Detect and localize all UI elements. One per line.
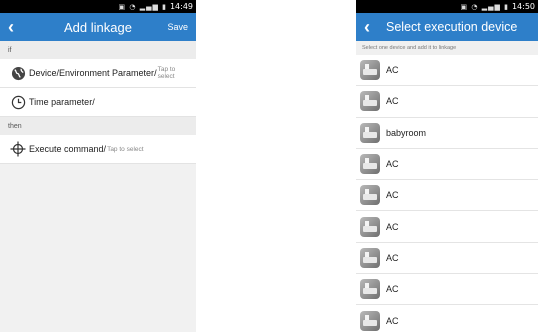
- device-name: AC: [386, 96, 399, 107]
- crosshair-icon: [10, 141, 26, 157]
- device-list-item[interactable]: babyroom: [356, 117, 538, 149]
- status-icons: ▣ ◔ ▂▄▆ ▮: [460, 2, 509, 11]
- device-thumbnail-icon: [360, 91, 380, 112]
- if-section-label: if: [0, 41, 196, 59]
- device-name: AC: [386, 221, 399, 232]
- back-button[interactable]: ‹: [0, 13, 22, 41]
- device-thumbnail-icon: [360, 185, 380, 206]
- device-thumbnail-icon: [360, 279, 380, 300]
- chevron-left-icon: ‹: [8, 16, 14, 37]
- status-icons: ▣ ◔ ▂▄▆ ▮: [118, 2, 167, 11]
- app-bar: ‹ Select execution device: [356, 13, 538, 41]
- status-bar: ▣ ◔ ▂▄▆ ▮ 14:50: [356, 0, 538, 13]
- time-param-separator: /: [92, 97, 95, 107]
- then-section-label: then: [0, 117, 196, 135]
- device-param-separator: /: [154, 68, 157, 78]
- device-thumbnail-icon: [360, 310, 380, 331]
- device-thumbnail-icon: [360, 216, 380, 237]
- device-thumbnail-icon: [360, 247, 380, 268]
- device-thumbnail-icon: [360, 154, 380, 175]
- status-bar: ▣ ◔ ▂▄▆ ▮ 14:49: [0, 0, 196, 13]
- device-thumbnail-icon: [360, 122, 380, 143]
- device-list-hint: Select one device and add it to linkage: [356, 41, 538, 55]
- device-name: AC: [386, 159, 399, 170]
- app-bar: ‹ Add linkage Save: [0, 13, 196, 41]
- clock-icon: [10, 94, 26, 110]
- device-name: babyroom: [386, 127, 427, 138]
- time-parameter-row[interactable]: Time parameter /: [0, 88, 196, 117]
- select-execution-device-screen: ▣ ◔ ▂▄▆ ▮ 14:50 ‹ Select execution devic…: [356, 0, 538, 332]
- page-title: Select execution device: [386, 20, 518, 34]
- chevron-left-icon: ‹: [364, 16, 370, 37]
- status-time: 14:49: [169, 2, 193, 11]
- device-name: AC: [386, 65, 399, 76]
- screenshot-canvas: ▣ ◔ ▂▄▆ ▮ 14:49 ‹ Add linkage Save if De…: [0, 0, 538, 332]
- device-list-item[interactable]: AC: [356, 55, 538, 87]
- back-button[interactable]: ‹: [356, 13, 378, 41]
- status-time: 14:50: [511, 2, 535, 11]
- globe-icon: [10, 65, 26, 81]
- execute-command-label: Execute command: [29, 144, 104, 154]
- execute-command-row[interactable]: Execute command / Tap to select: [0, 135, 196, 164]
- device-environment-parameter-row[interactable]: Device/Environment Parameter / Tap to se…: [0, 59, 196, 88]
- device-name: AC: [386, 252, 399, 263]
- device-name: AC: [386, 190, 399, 201]
- device-list-item[interactable]: AC: [356, 242, 538, 275]
- device-name: AC: [386, 315, 399, 326]
- device-param-hint: Tap to select: [157, 66, 176, 80]
- device-name: AC: [386, 284, 399, 295]
- device-list-item[interactable]: AC: [356, 274, 538, 306]
- save-button[interactable]: Save: [167, 22, 188, 32]
- execute-command-hint: Tap to select: [107, 145, 144, 153]
- device-list-item[interactable]: AC: [356, 86, 538, 118]
- device-param-label: Device/Environment Parameter: [29, 68, 155, 78]
- device-list-item[interactable]: AC: [356, 148, 538, 181]
- device-list-item[interactable]: AC: [356, 211, 538, 243]
- execute-command-separator: /: [103, 144, 107, 154]
- device-list-item[interactable]: AC: [356, 305, 538, 332]
- time-param-label: Time parameter: [29, 97, 93, 107]
- add-linkage-screen: ▣ ◔ ▂▄▆ ▮ 14:49 ‹ Add linkage Save if De…: [0, 0, 196, 332]
- device-thumbnail-icon: [360, 60, 380, 81]
- device-list-item[interactable]: AC: [356, 180, 538, 212]
